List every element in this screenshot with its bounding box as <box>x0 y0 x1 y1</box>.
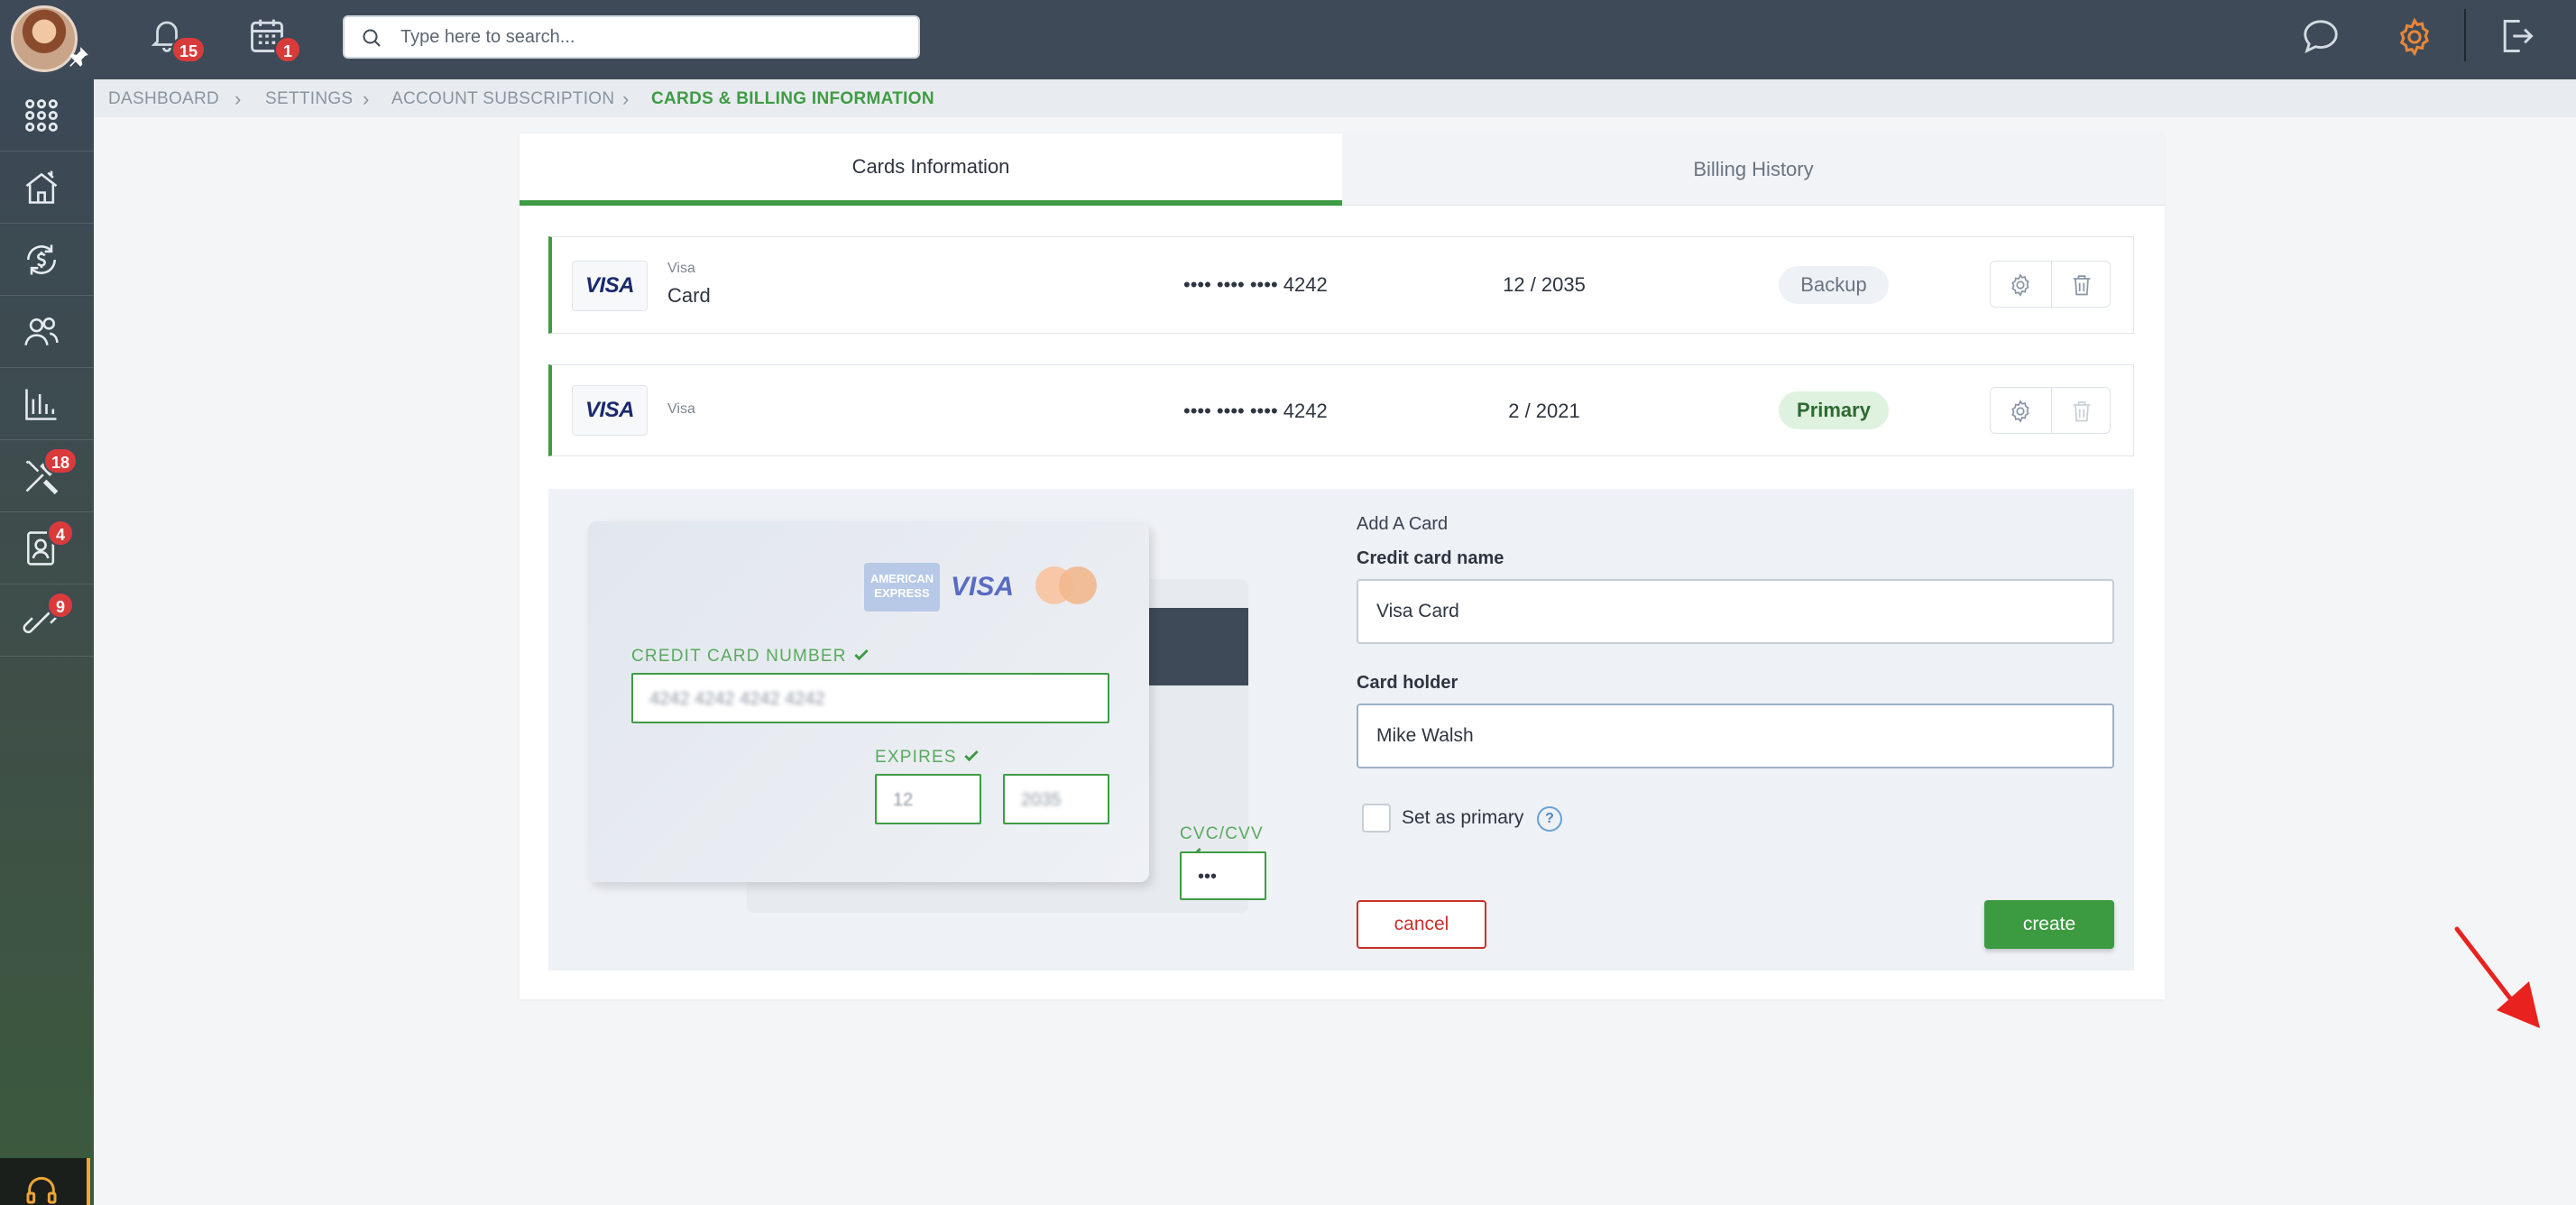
sidebar: 18 4 9 <box>0 79 94 1205</box>
pin-icon[interactable] <box>67 45 90 69</box>
visa-logo: VISA <box>951 572 1015 602</box>
card-brand: Visa <box>667 261 695 276</box>
card-actions <box>1990 261 2111 308</box>
breadcrumb: DASHBOARD › SETTINGS › ACCOUNT SUBSCRIPT… <box>94 79 2576 117</box>
card-settings-button[interactable] <box>1991 262 2050 307</box>
chevron-right-icon: › <box>363 87 370 110</box>
calendar-button[interactable]: 1 <box>245 13 301 67</box>
chat-icon[interactable] <box>2300 16 2341 58</box>
expiry-year-value: 2035 <box>1021 790 1062 810</box>
credit-card-name-input[interactable] <box>1357 579 2114 644</box>
expiry-year-input[interactable]: 2035 <box>1003 774 1109 824</box>
search-icon <box>363 29 381 47</box>
add-card-section: CVC/CVV ••• AMERICAN EXPRESS VISA CREDIT… <box>548 489 2134 970</box>
card-row-backup: VISA Visa Card •••• •••• •••• 4242 12 / … <box>548 236 2134 334</box>
logout-icon[interactable] <box>2497 16 2536 56</box>
cvc-input[interactable]: ••• <box>1180 851 1266 900</box>
help-icon[interactable]: ? <box>1537 806 1562 832</box>
headset-icon <box>26 1176 57 1204</box>
card-number: •••• •••• •••• 4242 <box>1183 400 1328 422</box>
sidebar-item-properties[interactable] <box>0 152 94 224</box>
card-settings-button[interactable] <box>1991 388 2050 433</box>
sidebar-item-finance[interactable] <box>0 224 94 296</box>
credit-card-name-label: Credit card name <box>1357 548 1504 568</box>
visa-logo: VISA <box>572 261 648 311</box>
sidebar-item-contacts[interactable] <box>0 296 94 368</box>
create-button[interactable]: create <box>1984 900 2114 949</box>
gear-icon <box>2011 400 2029 423</box>
card-number-label: CREDIT CARD NUMBER <box>631 646 870 667</box>
breadcrumb-account-subscription[interactable]: ACCOUNT SUBSCRIPTION <box>391 89 614 109</box>
card-row-primary: VISA Visa •••• •••• •••• 4242 2 / 2021 P… <box>548 364 2134 456</box>
sidebar-item-integrations[interactable]: 9 <box>0 584 94 657</box>
sidebar-badge-maintenance: 18 <box>43 447 78 474</box>
settings-gear-icon[interactable] <box>2394 16 2435 58</box>
notifications-badge: 15 <box>171 36 207 63</box>
sidebar-badge-tenants: 4 <box>47 520 74 547</box>
red-arrow-annotation-icon <box>2454 926 2540 1028</box>
support-button[interactable] <box>0 1158 90 1205</box>
top-bar: 15 1 <box>0 0 2576 79</box>
card-holder-input[interactable] <box>1357 704 2114 768</box>
set-primary-label: Set as primary <box>1402 807 1524 828</box>
sidebar-item-maintenance[interactable]: 18 <box>0 440 94 512</box>
card-number-value: 4242 4242 4242 4242 <box>649 689 825 709</box>
dollar-cycle-icon <box>27 244 56 275</box>
sidebar-item-tenants[interactable]: 4 <box>0 512 94 584</box>
expiry-month-input[interactable]: 12 <box>875 774 981 824</box>
card-delete-button[interactable] <box>2051 262 2111 307</box>
cancel-button[interactable]: cancel <box>1357 900 1486 949</box>
status-badge-backup: Backup <box>1779 266 1889 304</box>
tab-billing-history[interactable]: Billing History <box>1342 133 2165 206</box>
card-expiry: 12 / 2035 <box>1503 273 1586 296</box>
trash-icon <box>2073 275 2091 296</box>
check-icon <box>854 648 869 661</box>
topbar-divider <box>2464 9 2466 61</box>
search-box[interactable] <box>343 15 920 59</box>
card-brand: Visa <box>667 401 695 417</box>
apps-grid-icon <box>25 99 58 132</box>
card-number: •••• •••• •••• 4242 <box>1183 273 1328 296</box>
set-primary-checkbox[interactable] <box>1362 804 1391 832</box>
card-holder-label: Card holder <box>1357 673 1458 693</box>
bar-chart-icon <box>25 389 57 420</box>
users-icon <box>24 317 59 345</box>
search-input[interactable] <box>400 23 906 51</box>
cards-billing-panel: Cards Information Billing History VISA V… <box>520 133 2540 1028</box>
card-expiry: 2 / 2021 <box>1508 400 1580 422</box>
breadcrumb-cards-billing: CARDS & BILLING INFORMATION <box>651 89 934 108</box>
expiry-month-value: 12 <box>893 790 914 810</box>
chevron-right-icon: › <box>622 87 630 110</box>
gear-icon <box>2011 273 2029 297</box>
breadcrumb-dashboard[interactable]: DASHBOARD <box>108 89 219 109</box>
card-delete-button-disabled <box>2051 388 2111 433</box>
visa-logo: VISA <box>572 385 648 436</box>
sidebar-item-reports[interactable] <box>0 368 94 440</box>
tab-cards-information[interactable]: Cards Information <box>520 133 1342 206</box>
mastercard-logo <box>1035 566 1099 606</box>
card-actions <box>1990 387 2111 434</box>
card-front-preview: AMERICAN EXPRESS VISA CREDIT CARD NUMBER… <box>588 521 1149 882</box>
notifications-button[interactable]: 15 <box>144 13 207 67</box>
chevron-right-icon: › <box>235 87 242 110</box>
amex-logo: AMERICAN EXPRESS <box>864 563 940 612</box>
breadcrumb-settings[interactable]: SETTINGS <box>265 89 353 109</box>
check-icon <box>964 750 979 762</box>
status-badge-primary: Primary <box>1779 391 1889 429</box>
house-icon <box>25 170 58 204</box>
add-card-title: Add A Card <box>1357 514 1449 534</box>
card-number-input[interactable]: 4242 4242 4242 4242 <box>631 673 1109 723</box>
card-name: Card <box>667 284 711 307</box>
expires-label: EXPIRES <box>875 747 980 768</box>
trash-icon <box>2073 401 2091 422</box>
calendar-badge: 1 <box>274 36 301 63</box>
sidebar-item-apps[interactable] <box>0 79 94 152</box>
sidebar-badge-integrations: 9 <box>47 592 74 619</box>
